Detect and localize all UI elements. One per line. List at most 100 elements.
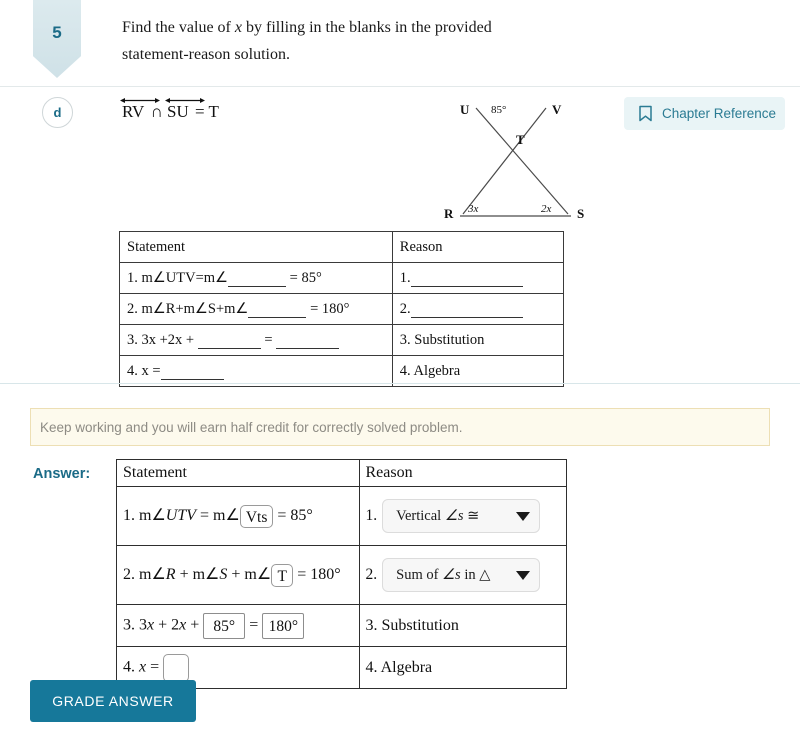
- figure-label-T: T: [516, 132, 525, 147]
- problem-row3-blank-2: [276, 335, 340, 349]
- answer-row2-reason-post: in △: [460, 566, 491, 583]
- ray-rv-label: RV: [122, 102, 145, 121]
- answer-row2-mid3: + m∠: [227, 565, 272, 583]
- chevron-down-icon: [516, 570, 531, 580]
- prompt-text-pre: Find the value of: [122, 19, 235, 36]
- answer-row2-input[interactable]: T: [271, 563, 294, 587]
- figure-label-U: U: [460, 102, 470, 117]
- table-row: 4. x = 4. Algebra: [119, 355, 565, 387]
- answer-row3-reason: 3. Substitution: [358, 604, 567, 647]
- answer-row1-reason-italic: ∠s: [444, 507, 464, 524]
- problem-row2-reason-blank: [410, 304, 523, 318]
- answer-row1-post: = 85°: [273, 506, 313, 524]
- problem-row3-statement: 3. 3x +2x + =: [119, 324, 393, 356]
- problem-statement-reason-table: Statement Reason 1. m∠UTV=m∠ = 85° 1. 2.…: [119, 231, 565, 387]
- ray-rv: RV: [120, 98, 160, 122]
- answer-row2-reason-dropdown-label: Sum of ∠s in △: [396, 567, 490, 584]
- table-row: 1. m∠UTV=m∠ = 85° 1.: [119, 262, 565, 294]
- problem-row1-blank: [228, 273, 287, 287]
- answer-row4-equals: =: [146, 658, 164, 676]
- problem-row2-reason-number: 2.: [399, 300, 411, 317]
- answer-row-3: 3. 3x + 2x + 85° = 180° 3. Substitution: [116, 604, 567, 647]
- problem-prompt: Find the value of x by filling in the bl…: [122, 14, 552, 68]
- answer-row2-reason-dropdown[interactable]: Sum of ∠s in △: [382, 558, 541, 592]
- figure-angle-left: 3x: [467, 203, 479, 215]
- double-arrow-icon: [165, 98, 206, 103]
- answer-row1-mid: = m∠: [196, 506, 240, 524]
- answer-row1-reason: 1. Vertical ∠s ≅: [358, 486, 567, 546]
- grade-answer-button[interactable]: GRADE ANSWER: [30, 680, 196, 722]
- answer-row1-reason-dropdown-label: Vertical ∠s ≅: [396, 508, 479, 525]
- answer-statement-reason-table: Statement Reason 1. m∠UTV = m∠ Vts = 85° …: [116, 459, 567, 689]
- part-label-circle: d: [42, 97, 73, 128]
- equals-t: = T: [195, 102, 219, 121]
- prompt-text-line2: statement-reason solution.: [122, 46, 290, 63]
- problem-row2-statement-pre: 2. m∠R+m∠S+m∠: [127, 300, 249, 317]
- figure-angle-right: 2x: [541, 203, 552, 215]
- answer-row2-reason: 2. Sum of ∠s in △: [358, 545, 567, 605]
- answer-label: Answer:: [33, 466, 91, 482]
- question-number-badge: 5: [33, 0, 81, 78]
- answer-header-row: Statement Reason: [116, 459, 567, 487]
- problem-row1-statement-post: = 85°: [286, 269, 322, 286]
- answer-row3-mid3: +: [186, 616, 204, 634]
- answer-row4-input[interactable]: [163, 653, 190, 682]
- prompt-text-post: by filling in the blanks in the provided: [241, 19, 492, 36]
- answer-row3-pre: 3. 3: [123, 616, 147, 634]
- section-divider: [0, 383, 800, 384]
- problem-row3-blank-1: [197, 335, 261, 349]
- answer-row4-reason: 4. Algebra: [358, 646, 567, 689]
- figure-angle-top: 85°: [491, 104, 506, 116]
- answer-row2-reason-number: 2.: [365, 566, 378, 583]
- problem-row1-reason: 1.: [391, 262, 565, 294]
- figure-label-V: V: [552, 102, 562, 117]
- problem-row1-statement: 1. m∠UTV=m∠ = 85°: [119, 262, 393, 294]
- feedback-banner-text: Keep working and you will earn half cred…: [40, 419, 463, 435]
- chevron-down-icon: [516, 511, 531, 521]
- answer-row2-mid2: + m∠: [175, 565, 220, 583]
- answer-row1-italic-utv: UTV: [165, 506, 197, 524]
- answer-row1-reason-number: 1.: [365, 507, 378, 524]
- problem-row4-blank: [160, 366, 224, 380]
- problem-row3-statement-pre: 3. 3x +2x +: [127, 331, 198, 348]
- part-label-text: d: [53, 105, 62, 120]
- header-divider: [0, 86, 800, 87]
- problem-row2-statement-post: = 180°: [306, 300, 350, 317]
- answer-row3-input-1[interactable]: 85°: [203, 612, 246, 639]
- answer-row1-statement: 1. m∠UTV = m∠ Vts = 85°: [116, 486, 360, 546]
- answer-row-2: 2. m∠R + m∠S + m∠ T = 180° 2. Sum of ∠s in…: [116, 545, 567, 605]
- geometry-figure: U V T R S 85° 3x 2x: [444, 102, 584, 221]
- answer-row3-input-2[interactable]: 180°: [262, 612, 305, 639]
- answer-row2-pre: 2. m∠: [123, 565, 166, 583]
- prompt-variable: x: [234, 19, 242, 36]
- answer-row3-mid2: + 2: [154, 616, 180, 634]
- bookmark-icon: [639, 105, 652, 122]
- answer-row2-reason-italic: ∠s: [442, 566, 461, 583]
- figure-label-R: R: [444, 206, 454, 221]
- intersection-symbol: ∩: [150, 102, 163, 121]
- chapter-reference-button[interactable]: Chapter Reference: [624, 97, 785, 130]
- problem-row4-statement-pre: 4. x =: [127, 362, 161, 379]
- answer-row1-reason-pre: Vertical: [396, 507, 445, 524]
- table-row: 2. m∠R+m∠S+m∠ = 180° 2.: [119, 293, 565, 325]
- answer-row1-input[interactable]: Vts: [239, 504, 274, 528]
- table-header-row: Statement Reason: [119, 231, 565, 263]
- chapter-reference-label: Chapter Reference: [662, 106, 777, 121]
- figure-label-S: S: [577, 206, 584, 221]
- answer-row2-post: = 180°: [293, 565, 341, 583]
- answer-row1-pre: 1. m∠: [123, 506, 166, 524]
- problem-row1-reason-blank: [410, 273, 523, 287]
- answer-row-1: 1. m∠UTV = m∠ Vts = 85° 1. Vertical ∠s ≅: [116, 486, 567, 546]
- answer-row2-italic-r: R: [165, 565, 176, 583]
- ray-su-label: SU: [167, 102, 189, 121]
- answer-row1-reason-dropdown[interactable]: Vertical ∠s ≅: [382, 499, 541, 533]
- answer-row2-reason-pre: Sum of: [396, 566, 443, 583]
- problem-row2-statement: 2. m∠R+m∠S+m∠ = 180°: [119, 293, 393, 325]
- problem-row1-statement-pre: 1. m∠UTV=m∠: [127, 269, 229, 286]
- table-row: 3. 3x +2x + = 3. Substitution: [119, 324, 565, 356]
- answer-row2-statement: 2. m∠R + m∠S + m∠ T = 180°: [116, 545, 360, 605]
- question-number-text: 5: [52, 23, 62, 42]
- problem-header-reason: Reason: [391, 231, 565, 263]
- problem-row3-statement-mid: =: [260, 331, 277, 348]
- answer-row3-equals: =: [245, 616, 263, 634]
